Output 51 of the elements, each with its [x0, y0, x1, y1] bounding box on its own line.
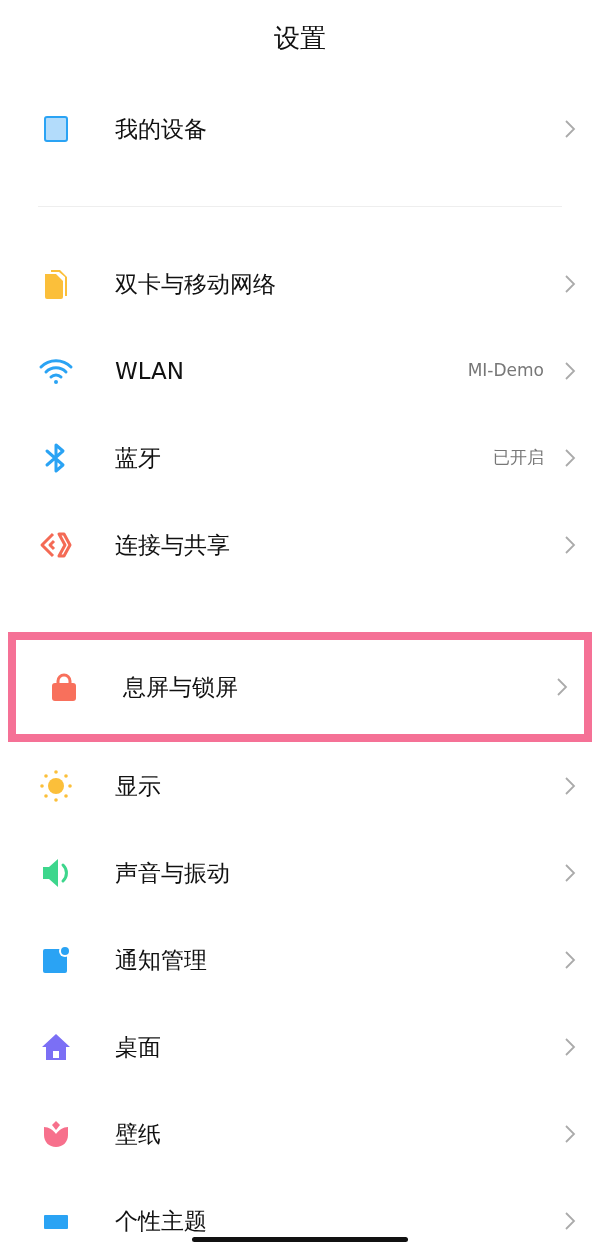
setting-label: WLAN — [115, 356, 185, 385]
tulip-icon — [41, 1118, 71, 1149]
diamond-arrows-icon — [39, 530, 73, 559]
chevron-right-icon — [564, 118, 576, 139]
lock-icon — [50, 672, 78, 702]
setting-label: 蓝牙 — [115, 443, 161, 472]
settings-row[interactable]: 连接与共享 — [0, 501, 600, 588]
setting-label: 息屏与锁屏 — [123, 673, 238, 701]
speaker-icon — [41, 856, 71, 889]
settings-row[interactable]: 通知管理 — [0, 916, 600, 1003]
chevron-right-icon — [564, 1210, 576, 1231]
page-title: 设置 — [274, 22, 326, 55]
setting-value: 已开启 — [493, 445, 544, 469]
chevron-right-icon — [564, 775, 576, 796]
settings-row[interactable]: 我的设备 — [0, 85, 600, 172]
setting-value: MI-Demo — [467, 358, 544, 382]
settings-row[interactable]: 桌面 — [0, 1003, 600, 1090]
sim-card-icon — [42, 267, 70, 300]
card-icon — [42, 1212, 70, 1229]
settings-row[interactable]: 个性主题 — [0, 1177, 600, 1244]
settings-row[interactable]: WLAN MI-Demo — [0, 327, 600, 414]
chevron-right-icon — [564, 273, 576, 294]
device-icon — [43, 114, 69, 143]
home-indicator[interactable] — [192, 1237, 408, 1242]
setting-label: 通知管理 — [115, 945, 207, 974]
chevron-right-icon — [564, 534, 576, 555]
chevron-right-icon — [564, 1123, 576, 1144]
chevron-right-icon — [564, 360, 576, 381]
settings-row[interactable]: 双卡与移动网络 — [0, 240, 600, 327]
chevron-right-icon — [564, 447, 576, 468]
house-icon — [40, 1031, 72, 1062]
settings-row[interactable]: 声音与振动 — [0, 829, 600, 916]
setting-label: 个性主题 — [115, 1206, 207, 1235]
setting-label: 我的设备 — [115, 114, 207, 143]
wifi-icon — [38, 356, 74, 385]
settings-row[interactable]: 息屏与锁屏 — [8, 632, 592, 742]
settings-row[interactable]: 显示 — [0, 742, 600, 829]
setting-label: 声音与振动 — [115, 858, 230, 887]
chevron-right-icon — [564, 1036, 576, 1057]
chevron-right-icon — [564, 862, 576, 883]
setting-label: 壁纸 — [115, 1119, 161, 1148]
setting-label: 显示 — [115, 771, 161, 800]
setting-label: 双卡与移动网络 — [115, 269, 276, 298]
chevron-right-icon — [564, 949, 576, 970]
setting-label: 连接与共享 — [115, 530, 230, 559]
settings-row[interactable]: 壁纸 — [0, 1090, 600, 1177]
settings-row[interactable]: 蓝牙 已开启 — [0, 414, 600, 501]
setting-label: 桌面 — [115, 1032, 161, 1061]
notification-icon — [41, 944, 71, 975]
chevron-right-icon — [556, 677, 568, 697]
sun-icon — [40, 769, 72, 802]
